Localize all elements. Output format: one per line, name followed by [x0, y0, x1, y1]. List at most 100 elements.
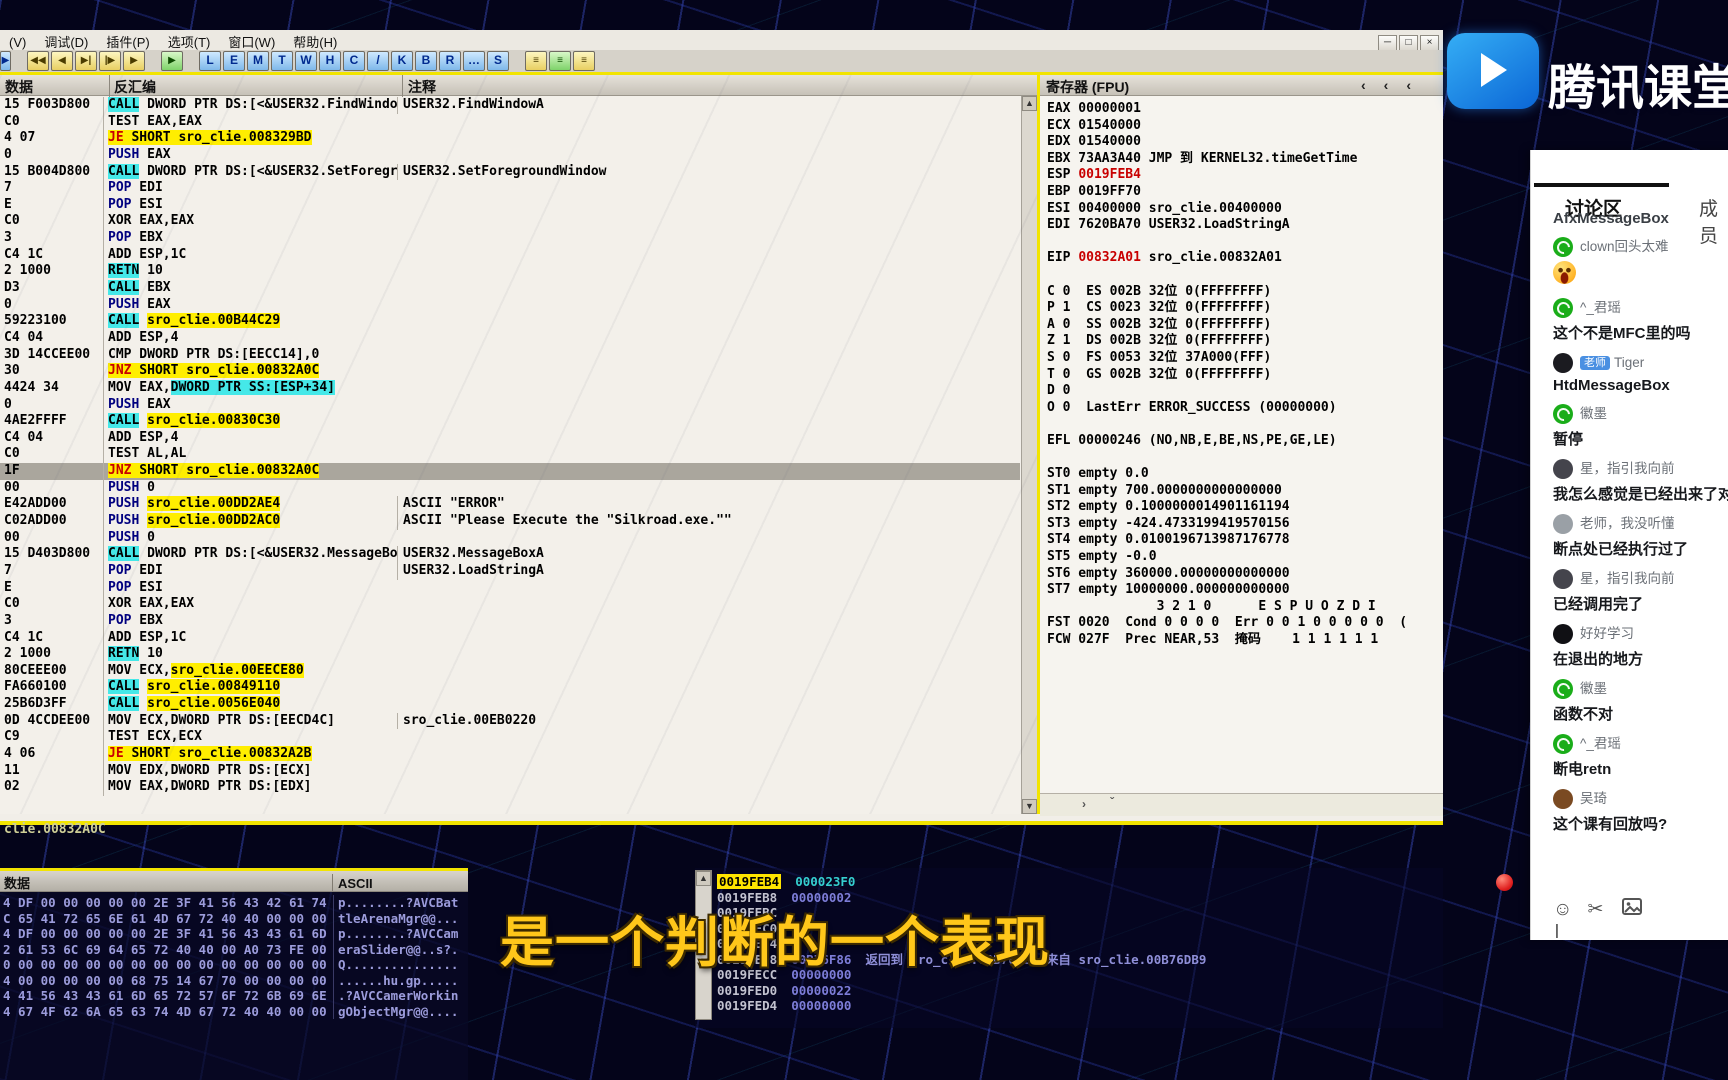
toolbar-button[interactable]: W [295, 51, 317, 71]
disassembly-row[interactable]: 7POP EDI [0, 180, 1020, 197]
menu-item[interactable]: 选项(T) [159, 30, 220, 51]
disassembly-row[interactable]: 11MOV EDX,DWORD PTR DS:[ECX] [0, 763, 1020, 780]
menu-item[interactable]: (V) [0, 33, 35, 50]
toolbar-button[interactable]: ▶ [0, 51, 11, 71]
chat-input-caret[interactable]: | [1555, 922, 1559, 939]
scissors-icon[interactable]: ✂ [1587, 898, 1617, 921]
instruction-comment: USER32.SetForegroundWindow [397, 164, 1013, 181]
toolbar-button[interactable]: E [223, 51, 245, 71]
chevron-left-icons[interactable]: ‹‹‹ [1361, 77, 1429, 93]
toolbar-button[interactable]: ≡ [525, 51, 547, 71]
disassembly-row[interactable]: C0XOR EAX,EAX [0, 596, 1020, 613]
dump-row[interactable]: C 65 41 72 65 6E 61 4D 67 72 40 40 00 00… [0, 911, 468, 927]
disassembly-row[interactable]: 02MOV EAX,DWORD PTR DS:[EDX] [0, 779, 1020, 796]
dump-row[interactable]: 4 00 00 00 00 00 68 75 14 67 70 00 00 00… [0, 973, 468, 989]
disassembly-row[interactable]: C0TEST EAX,EAX [0, 114, 1020, 131]
dump-row[interactable]: 4 DF 00 00 00 00 00 2E 3F 41 56 43 42 61… [0, 895, 468, 911]
disassembly-row[interactable]: 4 07JE SHORT sro_clie.008329BD [0, 130, 1020, 147]
scroll-right-icon[interactable]: › [1082, 797, 1086, 811]
toolbar-button[interactable]: … [463, 51, 485, 71]
disassembly-row[interactable]: C0XOR EAX,EAX [0, 213, 1020, 230]
disassembly-row[interactable]: C4 04ADD ESP,4 [0, 430, 1020, 447]
stack-row[interactable]: 0019FED400000000 [717, 998, 1437, 1014]
disassembly-row[interactable]: 00PUSH 0 [0, 480, 1020, 497]
disassembly-row[interactable]: 0D 4CCDEE00MOV ECX,DWORD PTR DS:[EECD4C]… [0, 713, 1020, 730]
registers-scroll-strip[interactable]: › ˇ [1040, 793, 1443, 816]
disassembly-row[interactable]: 0PUSH EAX [0, 397, 1020, 414]
toolbar-button[interactable]: ▶ [123, 51, 145, 71]
disassembly-row[interactable]: 0PUSH EAX [0, 297, 1020, 314]
toolbar-button[interactable]: S [487, 51, 509, 71]
scroll-down-icon[interactable]: ▼ [1022, 799, 1037, 814]
asm-token: sro_clie.00830C30 [147, 413, 280, 428]
disassembly-row[interactable]: C02ADD00PUSH sro_clie.00DD2AC0ASCII "Ple… [0, 513, 1020, 530]
toolbar-button[interactable]: ≡ [573, 51, 595, 71]
toolbar-button[interactable]: ◀ [51, 51, 73, 71]
dump-row[interactable]: 4 67 4F 62 6A 65 63 74 4D 67 72 40 40 00… [0, 1004, 468, 1020]
disassembly-row[interactable]: FA660100CALL sro_clie.00849110 [0, 679, 1020, 696]
disassembly-row[interactable]: C4 04ADD ESP,4 [0, 330, 1020, 347]
instruction: MOV EAX,DWORD PTR SS:[ESP+34] [103, 380, 397, 397]
disassembly-row[interactable]: C4 1CADD ESP,1C [0, 247, 1020, 264]
disassembly-row[interactable]: EPOP ESI [0, 197, 1020, 214]
toolbar-button[interactable]: T [271, 51, 293, 71]
disassembly-row[interactable]: 15 F003D800CALL DWORD PTR DS:[<&USER32.F… [0, 97, 1020, 114]
disassembly-row[interactable]: 3POP EBX [0, 613, 1020, 630]
disassembly-row[interactable]: 15 D403D800CALL DWORD PTR DS:[<&USER32.M… [0, 546, 1020, 563]
toolbar-button[interactable]: B [415, 51, 437, 71]
toolbar-button[interactable]: R [439, 51, 461, 71]
disassembly-row[interactable]: C0TEST AL,AL [0, 446, 1020, 463]
disassembly-row[interactable]: 3POP EBX [0, 230, 1020, 247]
disassembly-row[interactable]: 4424 34MOV EAX,DWORD PTR SS:[ESP+34] [0, 380, 1020, 397]
chevron-down-icon[interactable]: ˇ [1110, 795, 1114, 809]
disassembly-row[interactable]: 59223100CALL sro_clie.00B44C29 [0, 313, 1020, 330]
stack-row[interactable]: 0019FEB4000023F0 [717, 874, 1437, 890]
dump-row[interactable]: 4 DF 00 00 00 00 00 2E 3F 41 56 43 43 61… [0, 926, 468, 942]
disassembly-row[interactable]: E42ADD00PUSH sro_clie.00DD2AE4ASCII "ERR… [0, 496, 1020, 513]
dump-row[interactable]: 4 41 56 43 43 61 6D 65 72 57 6F 72 6B 69… [0, 988, 468, 1004]
disassembly-row[interactable]: 1FJNZ SHORT sro_clie.00832A0C [0, 463, 1020, 480]
toolbar-button[interactable]: M [247, 51, 269, 71]
asm-token: EAX [139, 147, 170, 162]
disassembly-row[interactable]: 4 06JE SHORT sro_clie.00832A2B [0, 746, 1020, 763]
disassembly-row[interactable]: C4 1CADD ESP,1C [0, 630, 1020, 647]
toolbar-button[interactable]: L [199, 51, 221, 71]
disassembly-row[interactable]: 80CEEE00MOV ECX,sro_clie.00EECE80 [0, 663, 1020, 680]
disassembly-row[interactable]: C9TEST ECX,ECX [0, 729, 1020, 746]
disassembly-row[interactable]: 0PUSH EAX [0, 147, 1020, 164]
toolbar-button[interactable]: K [391, 51, 413, 71]
chat-input-toolbar: ☺ ✂ [1553, 898, 1652, 921]
smiley-icon[interactable]: ☺ [1553, 899, 1583, 921]
toolbar-button[interactable]: ◀◀ [27, 51, 49, 71]
disassembly-scrollbar[interactable]: ▲ ▼ [1021, 96, 1037, 814]
disassembly-row[interactable]: 4AE2FFFFCALL sro_clie.00830C30 [0, 413, 1020, 430]
disassembly-row[interactable]: D3CALL EBX [0, 280, 1020, 297]
toolbar-button[interactable]: |▶ [99, 51, 121, 71]
toolbar-button[interactable]: / [367, 51, 389, 71]
toolbar-button[interactable]: ▶| [75, 51, 97, 71]
menu-item[interactable]: 窗口(W) [219, 30, 284, 51]
scroll-up-icon[interactable]: ▲ [1022, 96, 1037, 111]
stack-row[interactable]: 0019FED000000022 [717, 983, 1437, 999]
disassembly-row[interactable]: 30JNZ SHORT sro_clie.00832A0C [0, 363, 1020, 380]
toolbar-button[interactable]: ≡ [549, 51, 571, 71]
toolbar-button[interactable]: ▶ [161, 51, 183, 71]
disassembly-row[interactable]: EPOP ESI [0, 580, 1020, 597]
toolbar-button[interactable]: C [343, 51, 365, 71]
image-icon[interactable] [1622, 898, 1652, 921]
toolbar-button[interactable]: H [319, 51, 341, 71]
disassembly-row[interactable]: 25B6D3FFCALL sro_clie.0056E040 [0, 696, 1020, 713]
menu-item[interactable]: 帮助(H) [284, 30, 346, 51]
dump-row[interactable]: 0 00 00 00 00 00 00 00 00 00 00 00 00 00… [0, 957, 468, 973]
disassembly-row[interactable]: 7POP EDIUSER32.LoadStringA [0, 563, 1020, 580]
disassembly-row[interactable]: 2 1000RETN 10 [0, 646, 1020, 663]
scroll-up-icon[interactable]: ▲ [696, 871, 711, 886]
menu-item[interactable]: 调试(D) [35, 30, 97, 51]
disassembly-row[interactable]: 00PUSH 0 [0, 530, 1020, 547]
disassembly-row[interactable]: 3D 14CCEE00CMP DWORD PTR DS:[EECC14],0 [0, 347, 1020, 364]
dump-row[interactable]: 2 61 53 6C 69 64 65 72 40 40 00 A0 73 FE… [0, 942, 468, 958]
disassembly-row[interactable]: 15 B004D800CALL DWORD PTR DS:[<&USER32.S… [0, 164, 1020, 181]
disassembly-row[interactable]: 2 1000RETN 10 [0, 263, 1020, 280]
menu-item[interactable]: 插件(P) [97, 30, 158, 51]
dump-ascii: tleArenaMgr@@... [333, 911, 466, 927]
